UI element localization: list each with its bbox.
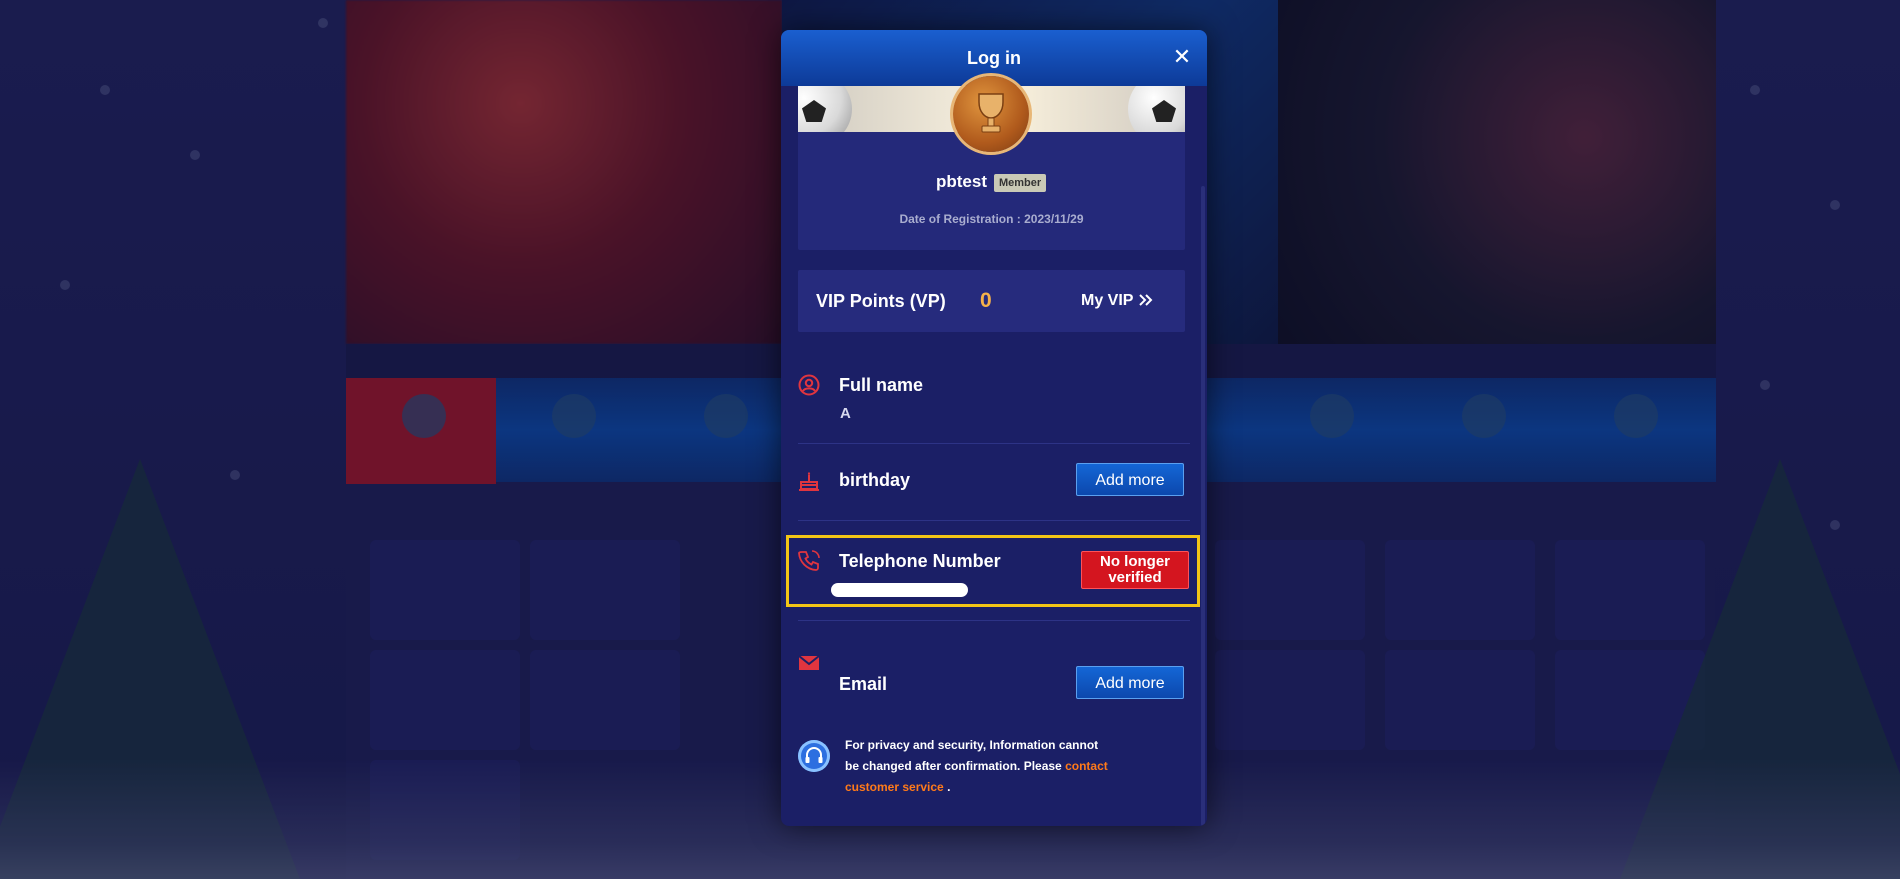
headset-icon: [798, 740, 830, 772]
masked-phone-number: [831, 583, 968, 597]
privacy-message: For privacy and security, Information ca…: [845, 738, 1099, 773]
my-vip-label: My VIP: [1081, 292, 1134, 309]
soccer-ball-image: [798, 86, 852, 132]
phone-verification-status-button[interactable]: No longer verified: [1081, 551, 1189, 589]
user-circle-icon: [798, 374, 820, 396]
birthday-add-button[interactable]: Add more: [1076, 463, 1184, 496]
telephone-row-highlight: Telephone Number No longer verified: [786, 535, 1200, 607]
modal-scrollbar[interactable]: [1201, 186, 1205, 826]
phone-icon: [798, 549, 820, 571]
email-label: Email: [839, 674, 888, 694]
vip-level-trophy-icon: [953, 76, 1029, 152]
email-add-button[interactable]: Add more: [1076, 666, 1184, 699]
telephone-label: Telephone Number: [839, 551, 1001, 571]
birthday-label: birthday: [839, 470, 911, 490]
vip-points-value: 0: [980, 289, 992, 312]
full-name-value: A: [840, 405, 851, 422]
row-divider: [798, 443, 1190, 444]
row-divider: [798, 620, 1190, 621]
double-chevron-right-icon: [1138, 292, 1154, 309]
full-name-label: Full name: [839, 375, 924, 395]
soccer-ball-image: [1128, 86, 1185, 132]
registration-date: Date of Registration : 2023/11/29: [899, 212, 1084, 226]
vip-points-label: VIP Points (VP): [816, 291, 946, 311]
username: pbtest: [936, 172, 987, 191]
vip-points-bar: VIP Points (VP) 0 My VIP: [798, 270, 1185, 332]
close-button[interactable]: ✕: [1169, 44, 1195, 70]
modal-title: Log in: [967, 48, 1021, 68]
cake-icon: [798, 470, 820, 492]
privacy-text: For privacy and security, Information ca…: [845, 735, 1115, 798]
member-level-badge: Member: [994, 174, 1047, 192]
envelope-icon: [798, 652, 820, 674]
privacy-end: .: [947, 780, 951, 794]
profile-card: pbtest Member Date of Registration : 202…: [798, 76, 1185, 250]
my-vip-link[interactable]: My VIP: [1081, 292, 1154, 310]
row-divider: [798, 520, 1190, 521]
login-profile-modal: Log in ✕ pbtest Member Date of Registrat…: [781, 30, 1207, 826]
